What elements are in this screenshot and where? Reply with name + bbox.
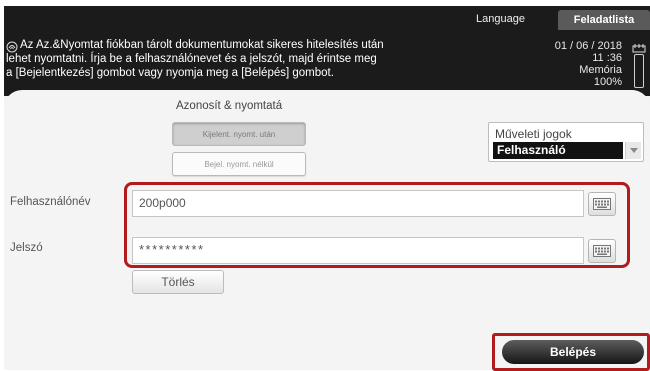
tab-language[interactable]: Language: [466, 10, 572, 28]
password-keyboard-button[interactable]: [588, 239, 616, 263]
tab-task-list[interactable]: Feladatlista: [558, 10, 650, 30]
time-text: 11 :36: [592, 52, 622, 64]
operation-rights-label: Műveleti jogok: [495, 127, 572, 141]
message-line: Az Az.&Nyomtat fiókban tárolt dokumentum…: [20, 39, 384, 51]
date-text: 01 / 06 / 2018: [554, 40, 622, 52]
operation-rights-value[interactable]: Felhasználó: [493, 142, 623, 159]
login-button[interactable]: Belépés: [502, 340, 644, 364]
memory-label: Memória: [579, 64, 622, 76]
screen: Language Feladatlista Az Az.&Nyomtat fió…: [4, 6, 650, 371]
username-field[interactable]: 200p000: [132, 190, 584, 217]
status-panel: 01 / 06 / 2018 11 :36 Memória 100%: [504, 40, 622, 88]
message-line: a [Bejelentkezés] gombot vagy nyomja meg…: [6, 67, 334, 79]
keyboard-icon: [589, 245, 615, 257]
login-without-print-button[interactable]: Bejel. nyomt. nélkül: [172, 152, 306, 176]
chevron-down-icon[interactable]: [625, 142, 641, 159]
clear-button[interactable]: Törlés: [132, 270, 224, 294]
password-label: Jelszó: [10, 242, 43, 254]
username-keyboard-button[interactable]: [588, 192, 616, 216]
auth-print-title: Azonosít & nyomtatá: [176, 100, 283, 112]
message-line: lehet nyomtatni. Írja be a felhasználóne…: [6, 53, 377, 65]
username-label: Felhasználónév: [10, 196, 91, 208]
keyboard-icon: [589, 198, 615, 210]
instruction-message: Az Az.&Nyomtat fiókban tárolt dokumentum…: [6, 38, 476, 80]
toner-level-bar: [634, 54, 644, 88]
paper-tray-icon: [632, 40, 646, 53]
memory-value: 100%: [593, 76, 622, 88]
password-field[interactable]: **********: [132, 237, 584, 264]
operation-rights-select[interactable]: Műveleti jogok Felhasználó: [488, 122, 644, 162]
top-bar: Language Feladatlista Az Az.&Nyomtat fió…: [4, 6, 650, 96]
logout-after-print-button[interactable]: Kijelent. nyomt. után: [172, 122, 306, 146]
